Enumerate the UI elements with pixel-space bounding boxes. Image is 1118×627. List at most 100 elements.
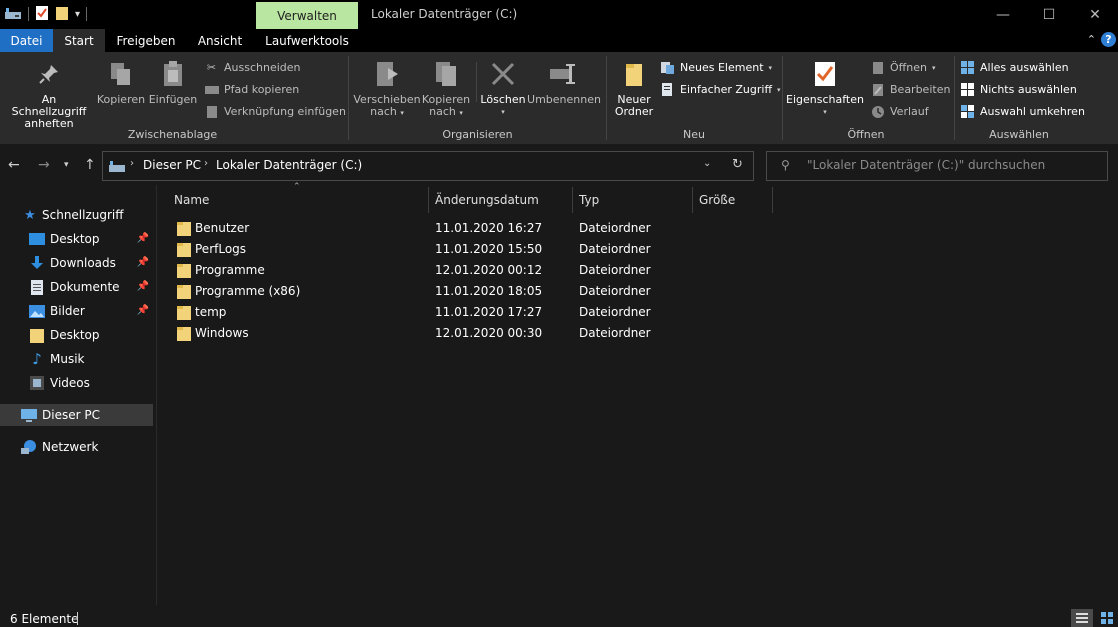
search-input[interactable]: ⚲ "Lokaler Datenträger (C:)" durchsuchen [766, 151, 1108, 181]
edit-label: Bearbeiten [890, 83, 951, 96]
sidebar-item-videos[interactable]: Videos [0, 372, 153, 394]
group-separator [476, 62, 477, 102]
copy-to-button[interactable]: Kopieren nach ▾ [421, 58, 471, 119]
breadcrumb-local-disk[interactable]: Lokaler Datenträger (C:) [216, 158, 362, 172]
sidebar-item-music[interactable]: ♪ Musik [0, 348, 153, 370]
sidebar-item-downloads[interactable]: Downloads 📌 [0, 252, 153, 274]
sidebar-item-desktop-pinned[interactable]: Desktop 📌 [0, 228, 153, 250]
pin-icon: 📌 [136, 233, 149, 244]
select-all-button[interactable]: Alles auswählen [960, 60, 1069, 75]
tab-ansicht[interactable]: Ansicht [188, 29, 252, 52]
delete-button[interactable]: Löschen ▾ [480, 58, 526, 118]
breadcrumb-separator-icon[interactable]: › [204, 158, 208, 169]
refresh-icon[interactable]: ↻ [732, 157, 743, 172]
column-header-size[interactable]: Größe [699, 187, 735, 213]
paste-button[interactable]: Einfügen [148, 58, 198, 106]
details-view-icon[interactable] [1071, 609, 1093, 627]
cut-button[interactable]: ✂ Ausschneiden [204, 60, 301, 75]
address-dropdown-icon[interactable]: ⌄ [703, 158, 711, 169]
column-header-type[interactable]: Typ [579, 187, 599, 213]
invert-selection-button[interactable]: Auswahl umkehren [960, 104, 1085, 119]
tab-freigeben[interactable]: Freigeben [107, 29, 185, 52]
tab-start[interactable]: Start [53, 29, 105, 52]
customize-qat-icon[interactable]: ▾ [75, 9, 80, 20]
sidebar-item-documents[interactable]: Dokumente 📌 [0, 276, 153, 298]
copy-button[interactable]: Kopieren [96, 58, 146, 106]
forward-arrow-icon[interactable]: → [38, 157, 50, 173]
pin-label-line1: An Schnellzugriff [11, 93, 87, 118]
table-row[interactable]: PerfLogs 11.01.2020 15:50 Dateiordner [167, 239, 667, 260]
large-icons-view-icon[interactable] [1097, 609, 1117, 627]
column-resize-handle[interactable] [692, 187, 693, 213]
column-header-date[interactable]: Änderungsdatum [435, 187, 539, 213]
paste-shortcut-button[interactable]: Verknüpfung einfügen [204, 104, 346, 119]
folder-icon [177, 306, 191, 320]
recent-locations-chevron-icon[interactable]: ▾ [64, 160, 69, 170]
column-resize-handle[interactable] [428, 187, 429, 213]
minimize-icon[interactable]: — [980, 0, 1026, 29]
computer-icon [21, 407, 37, 423]
new-folder-button[interactable]: Neuer Ordner [610, 58, 658, 118]
up-arrow-icon[interactable]: ↑ [84, 157, 96, 173]
table-row[interactable]: Programme (x86) 11.01.2020 18:05 Dateiordn… [167, 281, 667, 302]
sidebar-item-quick-access[interactable]: ★ Schnellzugriff [0, 204, 153, 226]
rename-button[interactable]: Umbenennen [527, 58, 601, 106]
tab-verwalten[interactable]: Verwalten [256, 2, 358, 29]
table-row[interactable]: Windows 12.01.2020 00:30 Dateiordner [167, 323, 667, 344]
star-icon: ★ [24, 207, 36, 223]
sidebar-item-label: Dokumente [50, 280, 120, 294]
close-icon[interactable]: ✕ [1072, 0, 1118, 29]
easy-access-button[interactable]: Einfacher Zugriff ▾ [660, 82, 781, 97]
scissors-icon: ✂ [206, 61, 217, 74]
table-row[interactable]: temp 11.01.2020 17:27 Dateiordner [167, 302, 667, 323]
properties-icon[interactable] [35, 5, 49, 24]
back-arrow-icon[interactable]: ← [8, 157, 20, 173]
breadcrumb-separator-icon[interactable]: › [130, 158, 134, 169]
qat-separator [28, 7, 29, 21]
sidebar-item-this-pc[interactable]: Dieser PC [0, 404, 153, 426]
select-none-button[interactable]: Nichts auswählen [960, 82, 1077, 97]
history-icon [870, 104, 885, 119]
maximize-icon[interactable]: ☐ [1026, 0, 1072, 29]
column-resize-handle[interactable] [572, 187, 573, 213]
sidebar-item-label: Musik [50, 352, 85, 366]
pin-icon: 📌 [136, 305, 149, 316]
column-resize-handle[interactable] [772, 187, 773, 213]
new-folder-icon[interactable] [55, 5, 69, 24]
sidebar-item-label: Desktop [50, 232, 100, 246]
history-label: Verlauf [890, 105, 929, 118]
collapse-ribbon-icon[interactable]: ⌃ [1087, 33, 1096, 46]
tab-datei[interactable]: Datei [0, 29, 53, 52]
breadcrumb-dieser-pc[interactable]: Dieser PC [143, 158, 201, 172]
address-box[interactable]: › Dieser PC › Lokaler Datenträger (C:) ⌄… [102, 151, 754, 181]
history-button[interactable]: Verlauf [870, 104, 929, 119]
pin-quick-access-button[interactable]: An Schnellzugriff anheften [4, 58, 94, 130]
file-type: Dateiordner [579, 221, 651, 235]
help-icon[interactable]: ? [1101, 32, 1116, 47]
table-row[interactable]: Benutzer 11.01.2020 16:27 Dateiordner [167, 218, 667, 239]
drive-icon[interactable] [4, 6, 22, 23]
move-to-button[interactable]: Verschieben nach ▾ [353, 58, 421, 119]
properties-button[interactable]: Eigenschaften ▾ [786, 58, 864, 118]
column-header-name[interactable]: Name [174, 187, 209, 213]
sidebar-item-desktop-folder[interactable]: Desktop [0, 324, 153, 346]
open-icon [870, 60, 885, 75]
sidebar-item-network[interactable]: Netzwerk [0, 436, 153, 458]
paste-shortcut-icon [204, 104, 219, 119]
sidebar-item-label: Videos [50, 376, 90, 390]
file-date: 11.01.2020 18:05 [435, 284, 543, 298]
open-button[interactable]: Öffnen ▾ [870, 60, 935, 75]
folder-icon [177, 222, 191, 236]
tab-laufwerktools[interactable]: Laufwerktools [256, 29, 358, 52]
delete-dropdown-icon[interactable]: ▾ [501, 106, 505, 118]
sidebar-item-pictures[interactable]: Bilder 📌 [0, 300, 153, 322]
copy-path-button[interactable]: Pfad kopieren [204, 82, 299, 97]
quick-access-toolbar: ▾ [4, 5, 88, 24]
properties-dropdown-icon[interactable]: ▾ [823, 106, 827, 118]
sidebar-item-label: Bilder [50, 304, 85, 318]
table-row[interactable]: Programme 12.01.2020 00:12 Dateiordner [167, 260, 667, 281]
new-item-button[interactable]: Neues Element ▾ [660, 60, 772, 75]
edit-button[interactable]: Bearbeiten [870, 82, 950, 97]
drive-icon [109, 159, 125, 176]
file-date: 11.01.2020 16:27 [435, 221, 543, 235]
